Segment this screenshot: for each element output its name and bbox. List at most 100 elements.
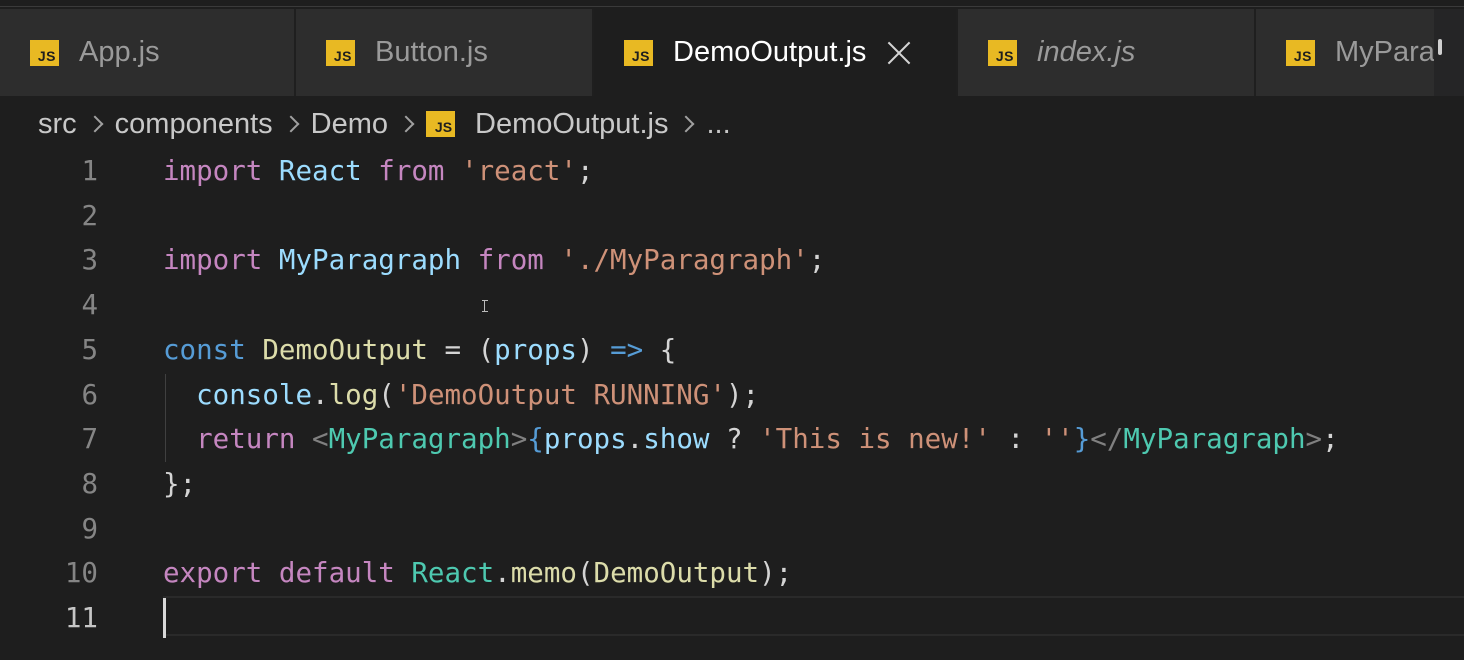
code-token: ( <box>378 378 395 411</box>
code-line[interactable]: 10 export default React.memo(DemoOutput); <box>0 551 1464 595</box>
code-token: < <box>312 423 329 456</box>
code-token: const <box>163 333 246 366</box>
code-text: import MyParagraph from './MyParagraph'; <box>163 238 825 282</box>
breadcrumb-item-components[interactable]: components <box>115 108 273 141</box>
code-token: > <box>1305 423 1323 456</box>
window-top-border <box>0 0 1464 9</box>
js-file-icon: JS <box>624 39 653 66</box>
tab-label: MyPara <box>1335 36 1435 68</box>
code-token: console <box>196 378 313 411</box>
breadcrumb-item-demo[interactable]: Demo <box>311 108 388 141</box>
code-token: MyParagraph <box>328 423 511 456</box>
code-token: }; <box>163 467 197 500</box>
code-token: import <box>163 155 263 187</box>
code-line[interactable]: 8}; <box>0 462 1464 506</box>
code-token: 'This is new!' <box>759 423 991 456</box>
code-token: props <box>494 333 577 366</box>
code-text: import React from 'react'; <box>163 149 594 193</box>
line-number: 11 <box>64 602 98 634</box>
code-token: ? <box>709 423 760 456</box>
code-token: . <box>494 557 511 590</box>
code-token: { <box>527 423 544 456</box>
code-token: = ( <box>427 333 495 366</box>
code-token: . <box>312 378 329 411</box>
code-token: </ <box>1090 423 1124 456</box>
code-token: ; <box>1322 423 1339 456</box>
tab-demooutput-js[interactable]: JS DemoOutput.js <box>594 9 958 96</box>
code-token: ; <box>576 155 594 187</box>
code-token: '' <box>1040 423 1074 456</box>
code-line[interactable]: 9 <box>0 507 1464 551</box>
code-text: }; <box>163 462 196 506</box>
code-editor[interactable]: 1 import React from 'react'; 2 3 import MyPa… <box>0 152 1464 660</box>
tab-myparagraph-js[interactable]: JS MyPara <box>1256 9 1436 96</box>
code-token: ; <box>808 244 826 277</box>
chevron-right-icon <box>397 115 415 133</box>
code-token: 'react' <box>461 155 577 187</box>
code-token: props <box>543 423 627 456</box>
tab-label: index.js <box>1037 36 1136 68</box>
line-number: 7 <box>81 423 98 456</box>
code-token: memo <box>510 557 577 590</box>
js-file-icon: JS <box>1286 39 1315 66</box>
code-token: React <box>278 155 362 187</box>
code-text: const DemoOutput = (props) => { <box>163 328 676 372</box>
code-line[interactable]: 4 <box>0 283 1464 327</box>
code-token: from <box>477 244 544 277</box>
code-token: } <box>1073 423 1091 456</box>
code-token: ) <box>576 333 611 366</box>
code-token: . <box>626 423 644 456</box>
tab-label: Button.js <box>375 36 488 68</box>
close-icon[interactable] <box>886 40 912 66</box>
code-token: show <box>643 423 710 456</box>
line-number: 9 <box>81 512 98 545</box>
line-number: 4 <box>81 289 98 322</box>
code-token: './MyParagraph' <box>560 244 809 277</box>
code-line[interactable]: 5 const DemoOutput = (props) => { <box>0 328 1464 372</box>
code-token: ); <box>725 378 760 411</box>
line-number: 3 <box>81 244 98 277</box>
code-line[interactable]: 6 console.log('DemoOutput RUNNING'); <box>0 373 1464 417</box>
code-token: from <box>378 155 445 187</box>
code-token: { <box>643 333 677 366</box>
code-text: export default React.memo(DemoOutput); <box>163 551 792 595</box>
code-token: DemoOutput <box>262 333 428 366</box>
chevron-right-icon <box>677 115 695 133</box>
code-token: DemoOutput <box>593 557 760 590</box>
code-token: ); <box>759 557 793 590</box>
code-token: return <box>196 423 296 456</box>
tab-overflow-scrollbar[interactable] <box>1434 9 1464 96</box>
breadcrumb-item-file[interactable]: DemoOutput.js <box>475 108 668 141</box>
tab-button-js[interactable]: JS Button.js <box>296 9 594 96</box>
js-file-icon: JS <box>988 39 1017 66</box>
code-token: 'DemoOutput RUNNING' <box>394 378 726 411</box>
editor-tab-bar: JS App.js JS Button.js JS DemoOutput.js … <box>0 9 1464 96</box>
code-line[interactable]: 2 <box>0 194 1464 238</box>
line-number: 8 <box>81 467 98 500</box>
chevron-right-icon <box>86 115 104 133</box>
code-token: => <box>610 333 644 366</box>
tab-label: DemoOutput.js <box>673 36 867 68</box>
breadcrumb-item-src[interactable]: src <box>38 108 77 141</box>
tab-index-js[interactable]: JS index.js <box>958 9 1256 96</box>
code-line[interactable]: 7 return <MyParagraph > {props.show ? 'Thi… <box>0 417 1464 461</box>
line-number: 1 <box>81 155 98 187</box>
code-line[interactable]: 11 <box>0 596 1464 640</box>
code-text: return <MyParagraph > {props.show ? 'This … <box>163 417 1339 461</box>
code-line[interactable]: 1 import React from 'react'; <box>0 149 1464 193</box>
code-token: export <box>163 557 263 590</box>
breadcrumb-item-symbols[interactable]: ... <box>706 108 730 141</box>
code-line[interactable]: 3 import MyParagraph from './MyParagraph'… <box>0 238 1464 282</box>
js-file-icon: JS <box>326 39 355 66</box>
tab-app-js[interactable]: JS App.js <box>0 9 296 96</box>
